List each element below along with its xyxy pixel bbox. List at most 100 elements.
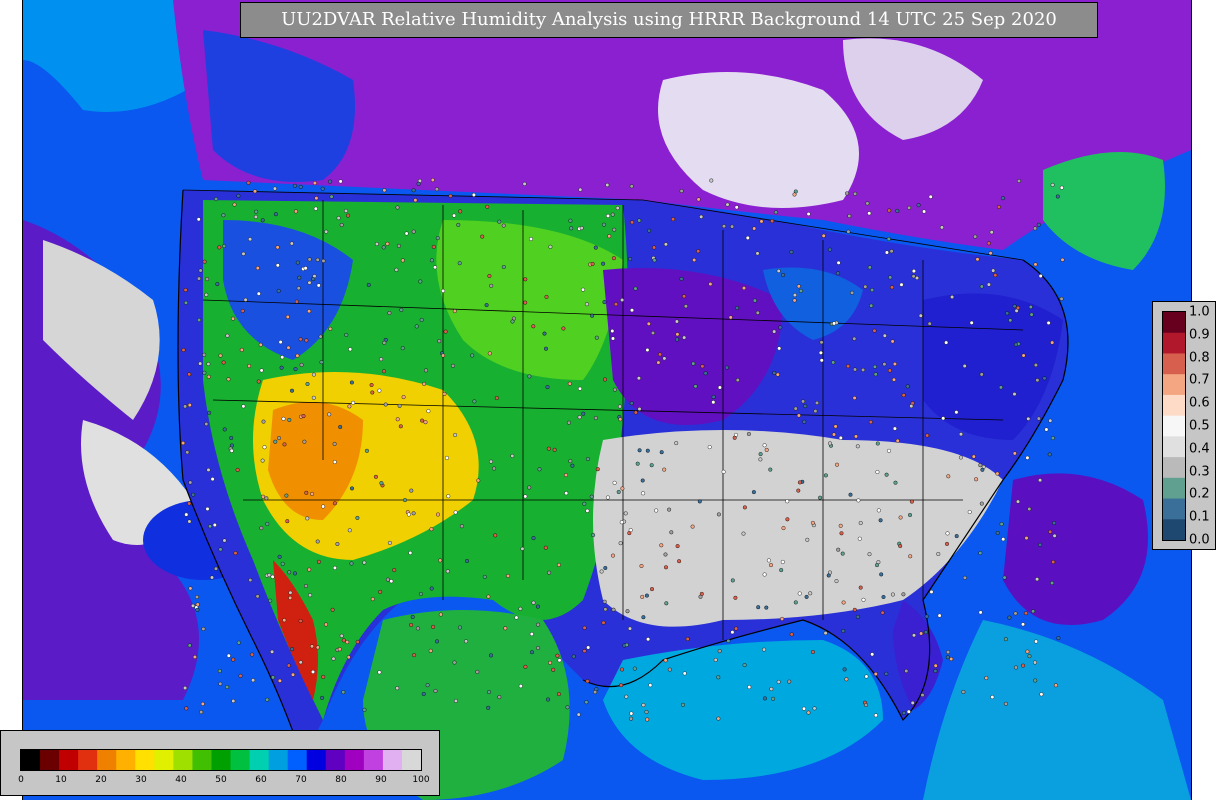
station-dot <box>270 574 275 579</box>
station-dot <box>898 515 903 520</box>
station-dot <box>426 409 431 414</box>
station-dot <box>603 566 608 571</box>
station-dot <box>501 223 506 228</box>
rh-colorbar-segment <box>135 750 155 770</box>
station-dot <box>196 217 201 222</box>
station-dot <box>339 222 344 227</box>
station-dot <box>217 669 222 674</box>
station-dot <box>435 236 440 241</box>
station-dot <box>649 463 654 468</box>
station-dot <box>882 333 887 338</box>
station-dot <box>1013 611 1018 616</box>
station-dot <box>423 420 428 425</box>
station-dot <box>565 705 570 710</box>
station-dot <box>805 537 810 542</box>
station-dot <box>861 367 866 372</box>
station-dot <box>378 589 383 594</box>
station-dot <box>806 710 811 715</box>
station-dot <box>1052 521 1057 526</box>
station-dot <box>192 655 197 660</box>
station-dot <box>429 586 434 591</box>
station-dot <box>781 526 786 531</box>
station-dot <box>819 340 824 345</box>
station-dot <box>792 293 797 298</box>
station-dot <box>446 494 451 499</box>
station-dot <box>929 589 934 594</box>
station-dot <box>1025 649 1030 654</box>
station-dot <box>769 687 774 692</box>
station-dot <box>395 417 400 422</box>
station-dot <box>289 241 294 246</box>
station-dot <box>986 282 991 287</box>
station-dot <box>397 403 402 408</box>
station-dot <box>810 520 815 525</box>
station-dot <box>865 201 870 206</box>
station-dot <box>954 410 959 415</box>
station-dot <box>798 288 803 293</box>
station-dot <box>1036 416 1041 421</box>
rh-colorbar-segment <box>173 750 193 770</box>
station-dot <box>679 188 684 193</box>
station-dot <box>260 494 265 499</box>
station-dot <box>328 179 333 184</box>
station-dot <box>853 191 858 196</box>
station-dot <box>605 182 610 187</box>
station-dot <box>1001 537 1006 542</box>
station-dot <box>640 478 645 483</box>
station-dot <box>188 586 193 591</box>
station-dot <box>766 558 771 563</box>
station-dot <box>617 404 622 409</box>
station-dot <box>204 422 209 427</box>
station-dot <box>833 424 838 429</box>
station-dot <box>347 528 352 533</box>
station-dot <box>732 435 737 440</box>
station-dot <box>770 219 775 224</box>
station-dot <box>421 692 426 697</box>
station-dot <box>995 471 1000 476</box>
station-dot <box>392 568 397 573</box>
station-dot <box>949 657 954 662</box>
station-dot <box>618 417 623 422</box>
station-dot <box>239 347 244 352</box>
station-dot <box>858 521 863 526</box>
station-dot <box>818 495 823 500</box>
station-dot <box>734 205 739 210</box>
station-dot <box>620 667 625 672</box>
rh-colorbar-legend: 0 10 20 30 40 50 60 70 80 90 100 <box>0 730 440 796</box>
station-dot <box>273 212 278 217</box>
station-dot <box>707 445 712 450</box>
station-dot <box>698 594 703 599</box>
fraction-tick-label: 0.2 <box>1189 486 1210 502</box>
station-dot <box>847 213 852 218</box>
station-dot <box>846 229 851 234</box>
station-dot <box>911 269 916 274</box>
station-dot <box>310 644 315 649</box>
station-dot <box>973 234 978 239</box>
station-dot <box>887 368 892 373</box>
station-dot <box>852 336 857 341</box>
station-dot <box>902 711 907 716</box>
station-dot <box>217 245 222 250</box>
station-dot <box>846 364 851 369</box>
station-dot <box>337 647 342 652</box>
station-dot <box>636 376 641 381</box>
station-dot <box>411 188 416 193</box>
station-dot <box>641 615 646 620</box>
station-dot <box>441 288 446 293</box>
station-dot <box>991 268 996 273</box>
station-dot <box>898 544 903 549</box>
station-dot <box>485 204 490 209</box>
station-dot <box>691 361 696 366</box>
station-dot <box>633 286 638 291</box>
station-dot <box>875 563 880 568</box>
station-dot <box>1048 529 1053 534</box>
station-dot <box>451 363 456 368</box>
station-dot <box>566 420 571 425</box>
station-dot <box>229 436 234 441</box>
station-dot <box>487 274 492 279</box>
station-dot <box>240 308 245 313</box>
station-dot <box>867 552 872 557</box>
station-dot <box>1031 609 1036 614</box>
rh-tick-label: 10 <box>55 775 67 785</box>
station-dot <box>852 396 857 401</box>
